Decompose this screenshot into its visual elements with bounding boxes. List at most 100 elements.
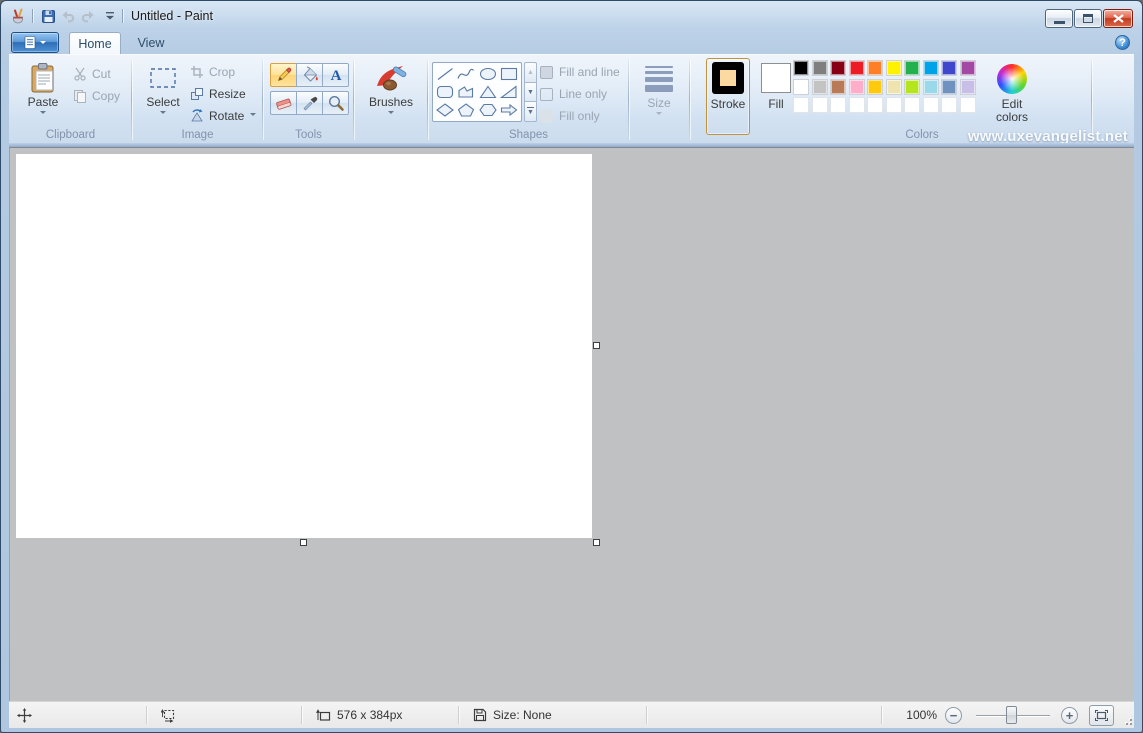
redo-button[interactable] [79,7,97,25]
triangle-shape[interactable] [477,83,498,101]
palette-swatch-r1-c8[interactable] [923,60,939,76]
palette-empty-slot-8[interactable] [923,97,939,113]
edit-colors-button[interactable]: Edit colors [983,60,1041,125]
zoom-in-button[interactable]: + [1061,707,1078,724]
palette-swatch-r1-c6[interactable] [886,60,902,76]
stroke-color-button[interactable]: Stroke [706,58,750,135]
undo-button[interactable] [59,7,77,25]
resize-grip[interactable] [1122,715,1132,725]
palette-swatch-r2-c9[interactable] [941,79,957,95]
palette-empty-slot-9[interactable] [941,97,957,113]
group-label-shapes: Shapes [428,129,629,141]
palette-empty-slot-7[interactable] [904,97,920,113]
zoom-slider-thumb[interactable] [1006,706,1017,724]
palette-swatch-r2-c7[interactable] [904,79,920,95]
polygon-shape[interactable] [456,83,477,101]
palette-swatch-r1-c9[interactable] [941,60,957,76]
pencil-tool[interactable] [270,63,297,87]
ellipse-shape[interactable] [477,65,498,83]
palette-swatch-r2-c3[interactable] [830,79,846,95]
hexagon-shape[interactable] [477,101,498,119]
pentagon-shape[interactable] [456,101,477,119]
size-button[interactable]: Size [636,58,682,119]
palette-swatch-r1-c10[interactable] [960,60,976,76]
canvas-resize-handle-bottom[interactable] [300,539,307,546]
shapes-more-button[interactable]: ▼ [524,101,537,122]
canvas-resize-handle-right[interactable] [593,342,600,349]
application-menu-button[interactable] [11,32,59,53]
palette-swatch-r1-c2[interactable] [812,60,828,76]
eraser-tool[interactable] [270,91,297,115]
selection-size-indicator [161,702,176,728]
tab-row: Home View ? [9,31,1134,54]
palette-empty-slot-10[interactable] [960,97,976,113]
tab-home[interactable]: Home [69,32,121,54]
close-button[interactable] [1103,9,1133,28]
shapes-scroll-down-button[interactable]: ▼ [524,82,537,103]
tab-view[interactable]: View [123,32,179,54]
line-only-option[interactable]: Line only [540,87,607,101]
arrow-right-shape[interactable] [499,101,520,119]
save-button[interactable] [39,7,57,25]
fill-with-color-tool[interactable] [296,63,323,87]
maximize-button[interactable] [1074,9,1102,28]
minimize-button[interactable] [1045,9,1073,28]
palette-swatch-r2-c1[interactable] [793,79,809,95]
fill-color-button[interactable]: Fill [756,58,796,135]
qat-customize-dropdown[interactable] [101,7,119,25]
text-tool[interactable]: A [322,63,349,87]
fill-only-option[interactable]: Fill only [540,109,600,123]
palette-swatch-r2-c5[interactable] [867,79,883,95]
fit-to-window-button[interactable] [1089,705,1114,726]
fit-to-window-icon [1095,710,1108,721]
titlebar-separator [32,9,33,23]
palette-swatch-r1-c3[interactable] [830,60,846,76]
color-picker-tool[interactable] [296,91,323,115]
paste-button[interactable]: Paste [19,58,67,118]
palette-empty-slot-5[interactable] [867,97,883,113]
rotate-button[interactable]: Rotate [190,106,256,125]
group-image: Select Crop Resize [132,55,263,144]
fill-and-line-option[interactable]: Fill and line [540,65,620,79]
rounded-rectangle-shape[interactable] [434,83,455,101]
line-shape[interactable] [434,65,455,83]
copy-button[interactable]: Copy [73,86,120,105]
curve-shape[interactable] [456,65,477,83]
palette-swatch-r1-c1[interactable] [793,60,809,76]
palette-empty-slot-3[interactable] [830,97,846,113]
cut-button[interactable]: Cut [73,64,111,83]
right-triangle-shape[interactable] [499,83,520,101]
zoom-out-button[interactable]: − [945,707,962,724]
palette-empty-slot-4[interactable] [849,97,865,113]
zoom-level: 100% [895,702,937,728]
diamond-shape[interactable] [434,101,455,119]
palette-swatch-r2-c4[interactable] [849,79,865,95]
brushes-button[interactable]: Brushes [361,58,421,118]
work-area [9,147,1134,701]
crop-button[interactable]: Crop [190,62,235,81]
selection-size-icon [161,708,176,723]
help-icon[interactable]: ? [1115,35,1130,50]
resize-icon [190,87,204,101]
palette-swatch-r2-c8[interactable] [923,79,939,95]
palette-empty-slot-2[interactable] [812,97,828,113]
drawing-canvas[interactable] [16,154,592,538]
magnifier-tool[interactable] [322,91,349,115]
group-label-clipboard: Clipboard [9,129,132,141]
canvas-size-indicator: 576 x 384px [316,702,402,728]
shapes-scroll-up-button[interactable]: ▲ [524,62,537,83]
palette-swatch-r1-c7[interactable] [904,60,920,76]
palette-swatch-r1-c4[interactable] [849,60,865,76]
palette-swatch-r2-c10[interactable] [960,79,976,95]
resize-button[interactable]: Resize [190,84,246,103]
palette-swatch-r1-c5[interactable] [867,60,883,76]
stroke-color-swatch [712,62,744,94]
canvas-resize-handle-corner[interactable] [593,539,600,546]
palette-swatch-r2-c2[interactable] [812,79,828,95]
palette-empty-slot-6[interactable] [886,97,902,113]
palette-empty-slot-1[interactable] [793,97,809,113]
palette-swatch-r2-c6[interactable] [886,79,902,95]
rectangle-shape[interactable] [499,65,520,83]
select-button[interactable]: Select [140,58,186,118]
svg-text:A: A [330,68,341,84]
